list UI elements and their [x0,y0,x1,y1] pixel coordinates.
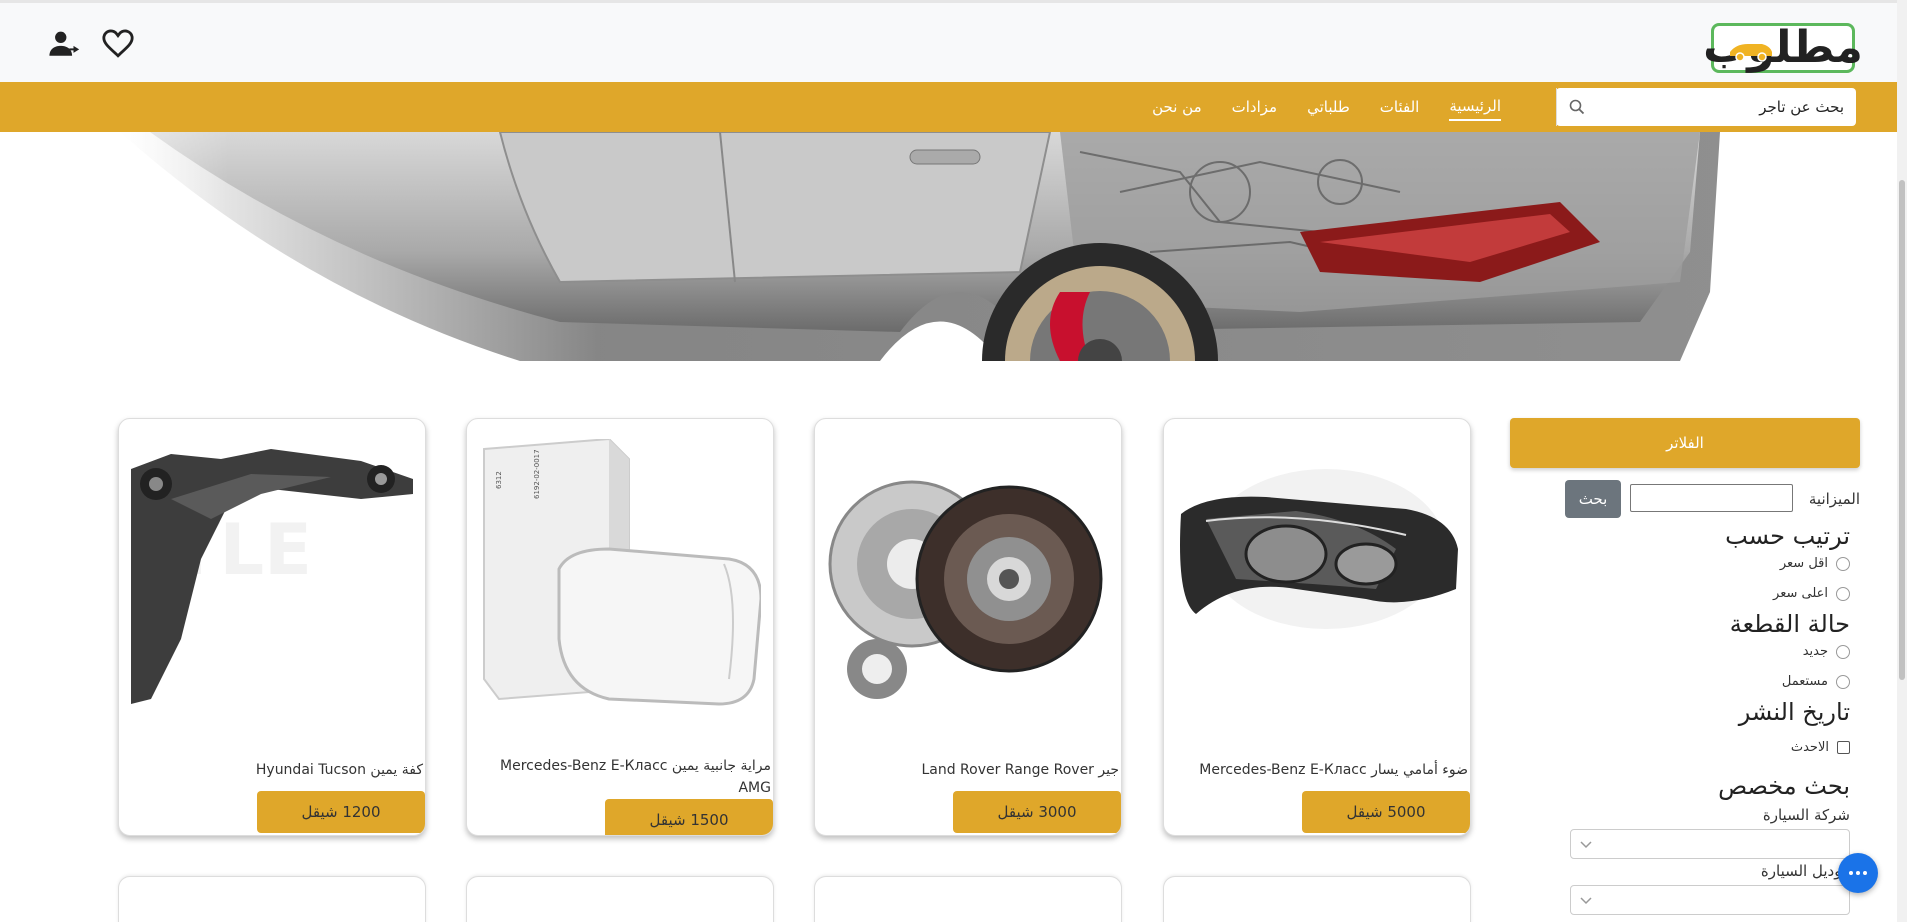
date-newest-label: الاحدث [1790,740,1829,755]
chat-button[interactable] [1838,853,1878,893]
custom-search-title: بحث مخصص [1718,772,1850,800]
sort-option-highest[interactable]: اعلى سعر [1773,586,1850,601]
nav-auctions[interactable]: مزادات [1232,94,1277,120]
top-header: مطلوب [0,0,1907,82]
date-option-newest[interactable]: الاحدث [1791,740,1850,755]
nav-home[interactable]: الرئيسية [1449,93,1501,121]
budget-input[interactable] [1630,484,1793,512]
condition-title: حالة القطعة [1729,610,1850,638]
page-scrollbar[interactable] [1897,0,1907,922]
main-navbar: الرئيسية الفئات طلباتي مزادات من نحن [0,82,1907,132]
chevron-down-icon [1580,841,1592,849]
sort-title: ترتيب حسب [1725,522,1850,550]
condition-new-radio[interactable] [1836,644,1850,659]
product-card[interactable] [1163,876,1471,922]
user-add-icon[interactable] [47,25,83,61]
budget-label: الميزانية [1808,490,1860,508]
date-newest-checkbox[interactable] [1837,741,1850,754]
product-card[interactable]: جير Land Rover Range Rover 3000 شيقل [814,418,1122,836]
product-price-button[interactable]: 1500 شيقل [605,799,773,835]
product-card[interactable]: EYLE كفة يمين Hyundai Tucson 1200 شيقل [118,418,426,836]
filters-sidebar: الفلاتر الميزانية بحث ترتيب حسب اقل سعر … [1510,418,1860,915]
chevron-down-icon [1580,897,1592,905]
car-model-select[interactable] [1570,885,1850,915]
product-card[interactable] [466,876,774,922]
site-logo[interactable]: مطلوب [1703,23,1863,73]
product-price-button[interactable]: 3000 شيقل [953,791,1121,833]
sort-option-lowest-label: اقل سعر [1779,556,1828,571]
filters-title: الفلاتر [1666,434,1704,452]
condition-used-radio[interactable] [1836,674,1850,689]
merchant-search-input[interactable] [1596,88,1856,126]
hero-car-image [0,132,1907,361]
product-card[interactable]: ضوء أمامي يسار Mercedes-Benz E-Класс 500… [1163,418,1471,836]
headlight-image [1176,439,1458,709]
merchant-search [1556,88,1856,126]
product-title[interactable]: ضوء أمامي يسار Mercedes-Benz E-Класс [1168,759,1468,781]
search-button[interactable] [1556,88,1596,126]
control-arm-image: EYLE [131,439,413,709]
product-card[interactable] [118,876,426,922]
nav-categories[interactable]: الفئات [1380,94,1420,120]
filters-header[interactable]: الفلاتر [1510,418,1860,468]
side-mirror-image: 6312 6192-02-0017 [479,439,761,709]
product-price-button[interactable]: 1200 شيقل [257,791,425,833]
logo-car-icon [1730,44,1772,62]
product-title[interactable]: جير Land Rover Range Rover [819,759,1119,781]
chat-dots-icon [1849,871,1867,875]
clutch-kit-image [827,439,1109,709]
date-title: تاريخ النشر [1738,698,1850,726]
condition-option-new[interactable]: جديد [1803,644,1850,659]
sort-option-lowest[interactable]: اقل سعر [1780,556,1850,571]
nav-my-orders[interactable]: طلباتي [1307,94,1350,120]
sort-lowest-radio[interactable] [1836,556,1850,571]
car-company-label: شركة السيارة [1762,806,1850,824]
product-card[interactable]: 6312 6192-02-0017 مراية جانبية يمين Merc… [466,418,774,836]
sort-highest-radio[interactable] [1836,586,1850,601]
hero-banner [0,132,1907,361]
sort-option-highest-label: اعلى سعر [1773,586,1828,601]
nav-links: الرئيسية الفئات طلباتي مزادات من نحن [1152,82,1501,132]
condition-used-label: مستعمل [1781,674,1828,689]
scrollbar-thumb[interactable] [1899,180,1905,680]
condition-new-label: جديد [1802,644,1828,659]
svg-text:6192-02-0017: 6192-02-0017 [533,449,541,499]
svg-text:6312: 6312 [495,471,503,489]
condition-option-used[interactable]: مستعمل [1782,674,1850,689]
wishlist-heart-icon[interactable] [100,25,136,61]
nav-about[interactable]: من نحن [1152,94,1202,120]
product-title[interactable]: مراية جانبية يمين Mercedes-Benz E-Класс … [471,755,771,799]
car-model-label: موديل السيارة [1760,862,1850,880]
product-price-button[interactable]: 5000 شيقل [1302,791,1470,833]
budget-filter: الميزانية بحث [1560,480,1860,518]
budget-search-button[interactable]: بحث [1565,480,1621,518]
product-title[interactable]: كفة يمين Hyundai Tucson [123,759,423,781]
car-company-select[interactable] [1570,829,1850,859]
product-card[interactable] [814,876,1122,922]
search-icon [1569,99,1584,115]
